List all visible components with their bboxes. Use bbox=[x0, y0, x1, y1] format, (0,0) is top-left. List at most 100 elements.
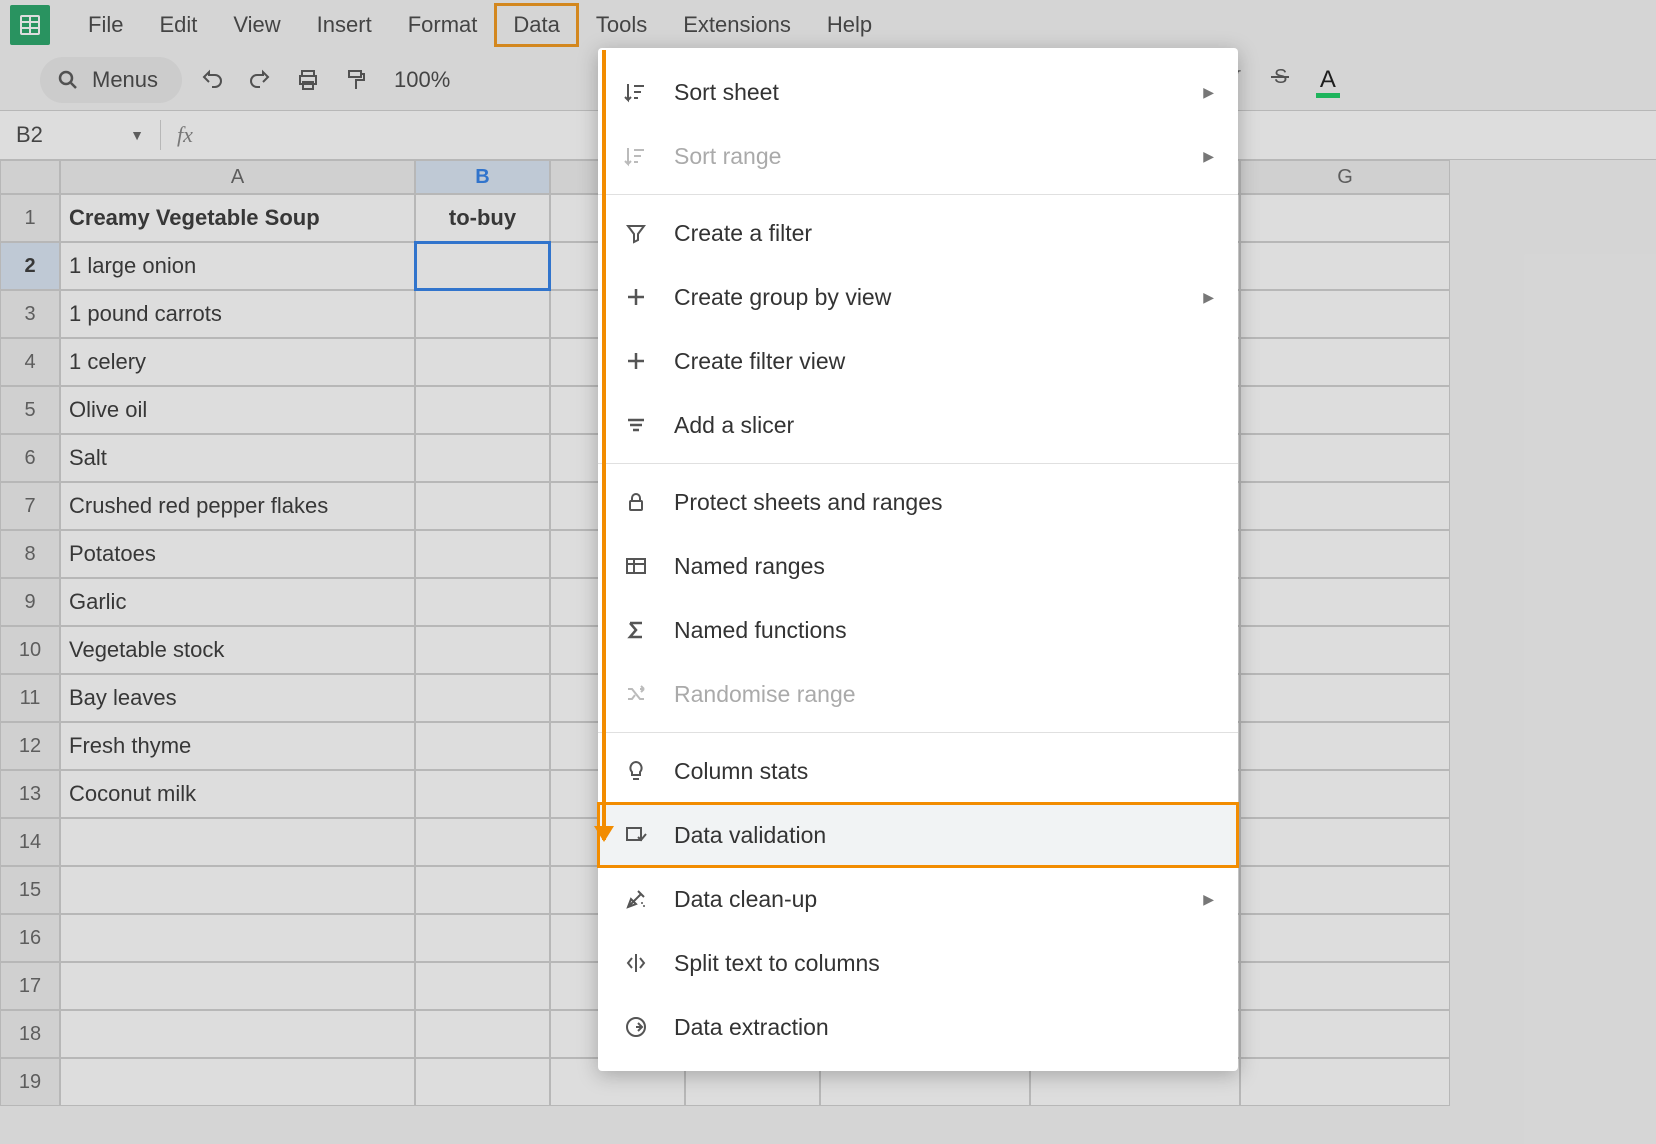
menu-file[interactable]: File bbox=[70, 4, 141, 46]
row-header-8[interactable]: 8 bbox=[0, 530, 60, 578]
cell-A16[interactable] bbox=[60, 914, 415, 962]
row-header-7[interactable]: 7 bbox=[0, 482, 60, 530]
cell-B16[interactable] bbox=[415, 914, 550, 962]
menu-item-add-a-slicer[interactable]: Add a slicer bbox=[598, 393, 1238, 457]
row-header-4[interactable]: 4 bbox=[0, 338, 60, 386]
row-header-11[interactable]: 11 bbox=[0, 674, 60, 722]
row-header-1[interactable]: 1 bbox=[0, 194, 60, 242]
cell-G2[interactable] bbox=[1240, 242, 1450, 290]
menu-item-create-a-filter[interactable]: Create a filter bbox=[598, 201, 1238, 265]
cell-G8[interactable] bbox=[1240, 530, 1450, 578]
cell-B17[interactable] bbox=[415, 962, 550, 1010]
undo-button[interactable] bbox=[194, 62, 230, 98]
menu-help[interactable]: Help bbox=[809, 4, 890, 46]
cell-G9[interactable] bbox=[1240, 578, 1450, 626]
cell-G7[interactable] bbox=[1240, 482, 1450, 530]
cell-B9[interactable] bbox=[415, 578, 550, 626]
menu-data[interactable]: Data bbox=[495, 4, 577, 46]
menu-item-sort-sheet[interactable]: Sort sheet▶ bbox=[598, 60, 1238, 124]
row-header-10[interactable]: 10 bbox=[0, 626, 60, 674]
row-header-14[interactable]: 14 bbox=[0, 818, 60, 866]
select-all-corner[interactable] bbox=[0, 160, 60, 194]
cell-A3[interactable]: 1 pound carrots bbox=[60, 290, 415, 338]
menu-item-split-text-to-columns[interactable]: Split text to columns bbox=[598, 931, 1238, 995]
row-header-17[interactable]: 17 bbox=[0, 962, 60, 1010]
strikethrough-button[interactable]: S bbox=[1260, 65, 1300, 96]
row-header-15[interactable]: 15 bbox=[0, 866, 60, 914]
cell-A13[interactable]: Coconut milk bbox=[60, 770, 415, 818]
menu-item-column-stats[interactable]: Column stats bbox=[598, 739, 1238, 803]
cell-B7[interactable] bbox=[415, 482, 550, 530]
cell-G1[interactable] bbox=[1240, 194, 1450, 242]
cell-G19[interactable] bbox=[1240, 1058, 1450, 1106]
row-header-12[interactable]: 12 bbox=[0, 722, 60, 770]
cell-A9[interactable]: Garlic bbox=[60, 578, 415, 626]
cell-G18[interactable] bbox=[1240, 1010, 1450, 1058]
cell-A18[interactable] bbox=[60, 1010, 415, 1058]
cell-G15[interactable] bbox=[1240, 866, 1450, 914]
sheets-logo[interactable] bbox=[10, 5, 50, 45]
row-header-16[interactable]: 16 bbox=[0, 914, 60, 962]
cell-B15[interactable] bbox=[415, 866, 550, 914]
row-header-3[interactable]: 3 bbox=[0, 290, 60, 338]
menu-item-protect-sheets-and-ranges[interactable]: Protect sheets and ranges bbox=[598, 470, 1238, 534]
cell-B12[interactable] bbox=[415, 722, 550, 770]
cell-G17[interactable] bbox=[1240, 962, 1450, 1010]
menu-format[interactable]: Format bbox=[390, 4, 496, 46]
cell-B4[interactable] bbox=[415, 338, 550, 386]
cell-A5[interactable]: Olive oil bbox=[60, 386, 415, 434]
cell-B5[interactable] bbox=[415, 386, 550, 434]
menu-item-create-filter-view[interactable]: Create filter view bbox=[598, 329, 1238, 393]
cell-B18[interactable] bbox=[415, 1010, 550, 1058]
cell-G11[interactable] bbox=[1240, 674, 1450, 722]
cell-A14[interactable] bbox=[60, 818, 415, 866]
cell-A2[interactable]: 1 large onion bbox=[60, 242, 415, 290]
paint-format-button[interactable] bbox=[338, 62, 374, 98]
cell-B11[interactable] bbox=[415, 674, 550, 722]
cell-G6[interactable] bbox=[1240, 434, 1450, 482]
column-header-A[interactable]: A bbox=[60, 160, 415, 194]
column-header-G[interactable]: G bbox=[1240, 160, 1450, 194]
name-box[interactable]: B2 ▼ bbox=[0, 122, 160, 148]
cell-B1[interactable]: to-buy bbox=[415, 194, 550, 242]
text-color-button[interactable]: A bbox=[1312, 66, 1344, 94]
row-header-13[interactable]: 13 bbox=[0, 770, 60, 818]
menu-item-named-ranges[interactable]: Named ranges bbox=[598, 534, 1238, 598]
column-header-B[interactable]: B bbox=[415, 160, 550, 194]
row-header-19[interactable]: 19 bbox=[0, 1058, 60, 1106]
cell-A8[interactable]: Potatoes bbox=[60, 530, 415, 578]
cell-G10[interactable] bbox=[1240, 626, 1450, 674]
print-button[interactable] bbox=[290, 62, 326, 98]
row-header-9[interactable]: 9 bbox=[0, 578, 60, 626]
cell-B13[interactable] bbox=[415, 770, 550, 818]
cell-B8[interactable] bbox=[415, 530, 550, 578]
menus-search[interactable]: Menus bbox=[40, 57, 182, 103]
cell-G16[interactable] bbox=[1240, 914, 1450, 962]
cell-A11[interactable]: Bay leaves bbox=[60, 674, 415, 722]
menu-item-data-clean-up[interactable]: Data clean-up▶ bbox=[598, 867, 1238, 931]
cell-B10[interactable] bbox=[415, 626, 550, 674]
cell-G4[interactable] bbox=[1240, 338, 1450, 386]
cell-A7[interactable]: Crushed red pepper flakes bbox=[60, 482, 415, 530]
menu-tools[interactable]: Tools bbox=[578, 4, 665, 46]
menu-item-data-extraction[interactable]: Data extraction bbox=[598, 995, 1238, 1059]
menu-view[interactable]: View bbox=[215, 4, 298, 46]
cell-A6[interactable]: Salt bbox=[60, 434, 415, 482]
menu-item-create-group-by-view[interactable]: Create group by view▶ bbox=[598, 265, 1238, 329]
cell-G12[interactable] bbox=[1240, 722, 1450, 770]
row-header-18[interactable]: 18 bbox=[0, 1010, 60, 1058]
cell-A4[interactable]: 1 celery bbox=[60, 338, 415, 386]
row-header-2[interactable]: 2 bbox=[0, 242, 60, 290]
zoom-select[interactable]: 100% bbox=[386, 67, 458, 93]
cell-G5[interactable] bbox=[1240, 386, 1450, 434]
menu-insert[interactable]: Insert bbox=[299, 4, 390, 46]
cell-B6[interactable] bbox=[415, 434, 550, 482]
row-header-6[interactable]: 6 bbox=[0, 434, 60, 482]
menu-extensions[interactable]: Extensions bbox=[665, 4, 809, 46]
cell-B19[interactable] bbox=[415, 1058, 550, 1106]
cell-B14[interactable] bbox=[415, 818, 550, 866]
cell-A10[interactable]: Vegetable stock bbox=[60, 626, 415, 674]
menu-item-named-functions[interactable]: Named functions bbox=[598, 598, 1238, 662]
cell-A19[interactable] bbox=[60, 1058, 415, 1106]
cell-G14[interactable] bbox=[1240, 818, 1450, 866]
